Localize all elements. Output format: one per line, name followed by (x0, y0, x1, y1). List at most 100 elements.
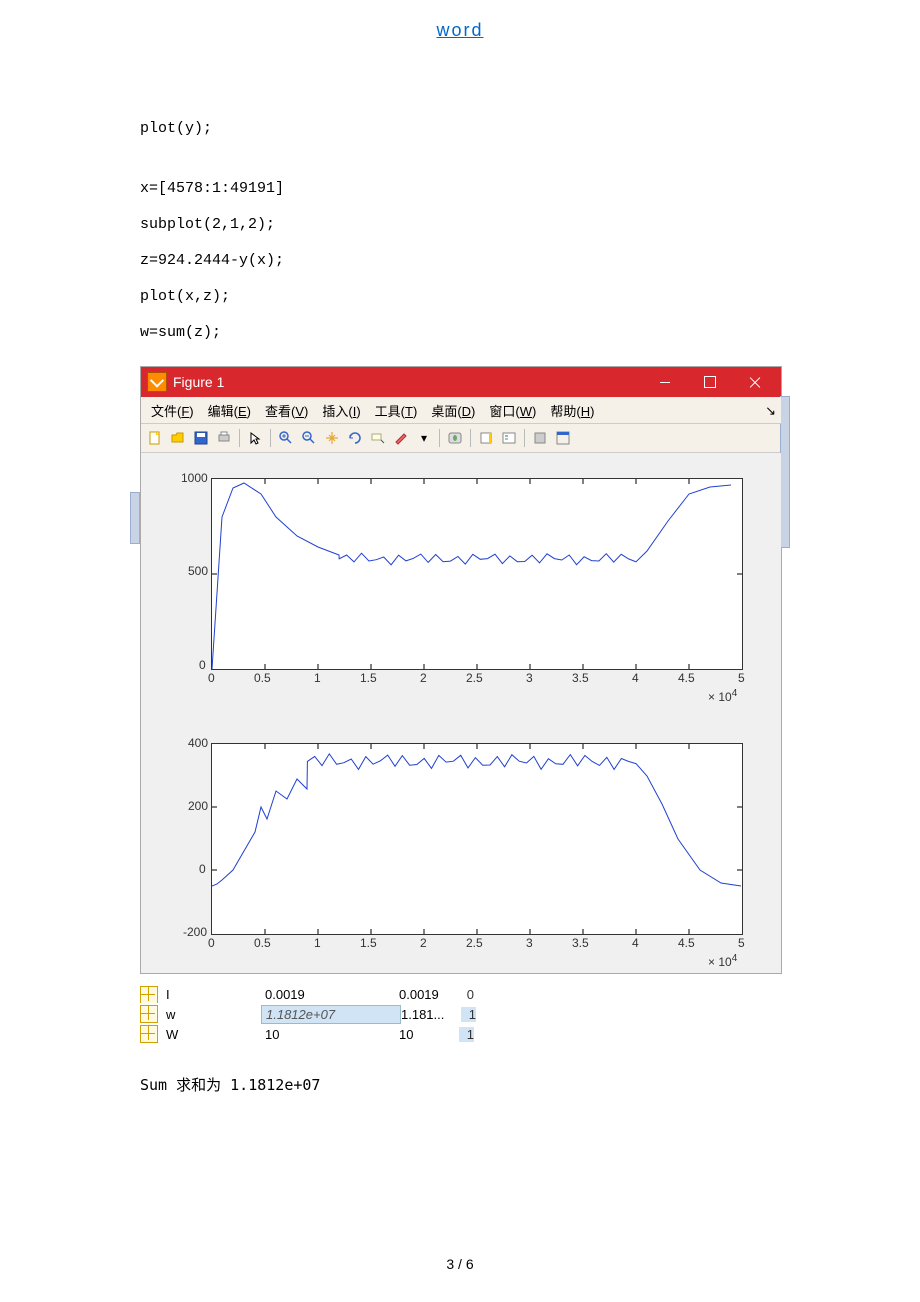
table-row[interactable]: w 1.1812e+07 1.181... 1 (140, 1004, 780, 1024)
minimize-button[interactable] (642, 367, 687, 397)
xtick: 3 (526, 936, 533, 950)
var-col3: 0.0019 (399, 987, 459, 1002)
menu-view[interactable]: 查看(V) (265, 401, 308, 420)
xtick: 5 (738, 936, 745, 950)
ytick: 200 (188, 799, 208, 813)
dropdown-icon[interactable]: ▾ (414, 428, 434, 448)
hide-tools-icon[interactable] (530, 428, 550, 448)
table-row[interactable]: I 0.0019 0.0019 0 (140, 984, 780, 1004)
code-line: plot(x,z); (140, 279, 780, 315)
xtick: 1 (314, 671, 321, 685)
ytick: -200 (183, 925, 207, 939)
code-block: plot(y); x=[4578:1:49191] subplot(2,1,2)… (140, 111, 780, 351)
rotate-icon[interactable] (345, 428, 365, 448)
xtick: 0.5 (254, 671, 271, 685)
xtick: 2.5 (466, 936, 483, 950)
var-col4: 0 (459, 987, 474, 1002)
page-footer: 3 / 6 (0, 1256, 920, 1272)
var-name: W (166, 1027, 261, 1042)
link-icon[interactable] (445, 428, 465, 448)
ytick: 1000 (181, 471, 208, 485)
chart-2[interactable] (211, 743, 743, 935)
var-col3: 1.181... (401, 1007, 461, 1022)
menubar: 文件(F) 编辑(E) 查看(V) 插入(I) 工具(T) 桌面(D) 窗口(W… (141, 397, 781, 424)
code-line: z=924.2444-y(x); (140, 243, 780, 279)
ytick: 400 (188, 736, 208, 750)
xtick: 2.5 (466, 671, 483, 685)
zoom-in-icon[interactable] (276, 428, 296, 448)
code-line: plot(y); (140, 111, 780, 147)
ytick: 0 (199, 862, 206, 876)
var-value: 1.1812e+07 (261, 1005, 401, 1024)
var-value: 10 (261, 1026, 399, 1043)
xtick: 5 (738, 671, 745, 685)
menu-desktop[interactable]: 桌面(D) (431, 401, 475, 420)
variable-icon (140, 986, 158, 1003)
xtick: 3.5 (572, 936, 589, 950)
brush-icon[interactable] (391, 428, 411, 448)
var-name: I (166, 987, 261, 1002)
workspace-table: I 0.0019 0.0019 0 w 1.1812e+07 1.181... … (140, 984, 780, 1044)
table-row[interactable]: W 10 10 1 (140, 1024, 780, 1044)
code-line: x=[4578:1:49191] (140, 171, 780, 207)
xtick: 3 (526, 671, 533, 685)
close-button[interactable] (732, 367, 777, 397)
ytick: 0 (199, 658, 206, 672)
window-title: Figure 1 (173, 374, 224, 390)
var-col4: 1 (459, 1027, 474, 1042)
xtick: 0.5 (254, 936, 271, 950)
colorbar-icon[interactable] (476, 428, 496, 448)
chart-1[interactable] (211, 478, 743, 670)
xtick: 2 (420, 936, 427, 950)
print-icon[interactable] (214, 428, 234, 448)
xtick: 4.5 (678, 936, 695, 950)
xtick: 1.5 (360, 671, 377, 685)
xtick: 0 (208, 936, 215, 950)
plot-area: 1000 500 0 0 0.5 1 1.5 2 2.5 3 3.5 4 4.5… (141, 453, 781, 973)
pan-icon[interactable] (322, 428, 342, 448)
word-link[interactable]: word (436, 20, 483, 40)
menu-insert[interactable]: 插入(I) (322, 401, 360, 420)
xtick: 0 (208, 671, 215, 685)
menu-window[interactable]: 窗口(W) (489, 401, 536, 420)
result-text: Sum 求和为 1.1812e+07 (140, 1074, 780, 1095)
menu-tools[interactable]: 工具(T) (375, 401, 418, 420)
code-line: subplot(2,1,2); (140, 207, 780, 243)
figure-window: Figure 1 文件(F) 编辑(E) 查看(V) 插入(I) 工具(T) 桌… (140, 366, 782, 974)
ytick: 500 (188, 564, 208, 578)
maximize-button[interactable] (687, 367, 732, 397)
var-col3: 10 (399, 1027, 459, 1042)
xtick: 2 (420, 671, 427, 685)
menu-help[interactable]: 帮助(H) (550, 401, 594, 420)
toolbar: ▾ (141, 424, 781, 453)
code-line: w=sum(z); (140, 315, 780, 351)
header-link: word (140, 20, 780, 41)
zoom-out-icon[interactable] (299, 428, 319, 448)
edge-scrollbar-right (780, 396, 790, 548)
xtick: 3.5 (572, 671, 589, 685)
datacursor-icon[interactable] (368, 428, 388, 448)
save-icon[interactable] (191, 428, 211, 448)
var-name: w (166, 1007, 261, 1022)
xtick: 4 (632, 671, 639, 685)
xtick: 1.5 (360, 936, 377, 950)
var-col4: 1 (461, 1007, 476, 1022)
var-value: 0.0019 (261, 986, 399, 1003)
xtick: 4.5 (678, 671, 695, 685)
overflow-icon[interactable]: ↘ (765, 403, 776, 419)
variable-icon (140, 1005, 158, 1023)
pointer-icon[interactable] (245, 428, 265, 448)
x-multiplier-1: × 104 (708, 688, 737, 704)
menu-edit[interactable]: 编辑(E) (208, 401, 251, 420)
edge-scrollbar-left (130, 492, 140, 544)
dock-icon[interactable] (553, 428, 573, 448)
menu-file[interactable]: 文件(F) (151, 401, 194, 420)
titlebar[interactable]: Figure 1 (141, 367, 781, 397)
x-multiplier-2: × 104 (708, 953, 737, 969)
legend-icon[interactable] (499, 428, 519, 448)
matlab-figure-icon (147, 372, 167, 392)
xtick: 1 (314, 936, 321, 950)
open-icon[interactable] (168, 428, 188, 448)
variable-icon (140, 1025, 158, 1043)
new-icon[interactable] (145, 428, 165, 448)
